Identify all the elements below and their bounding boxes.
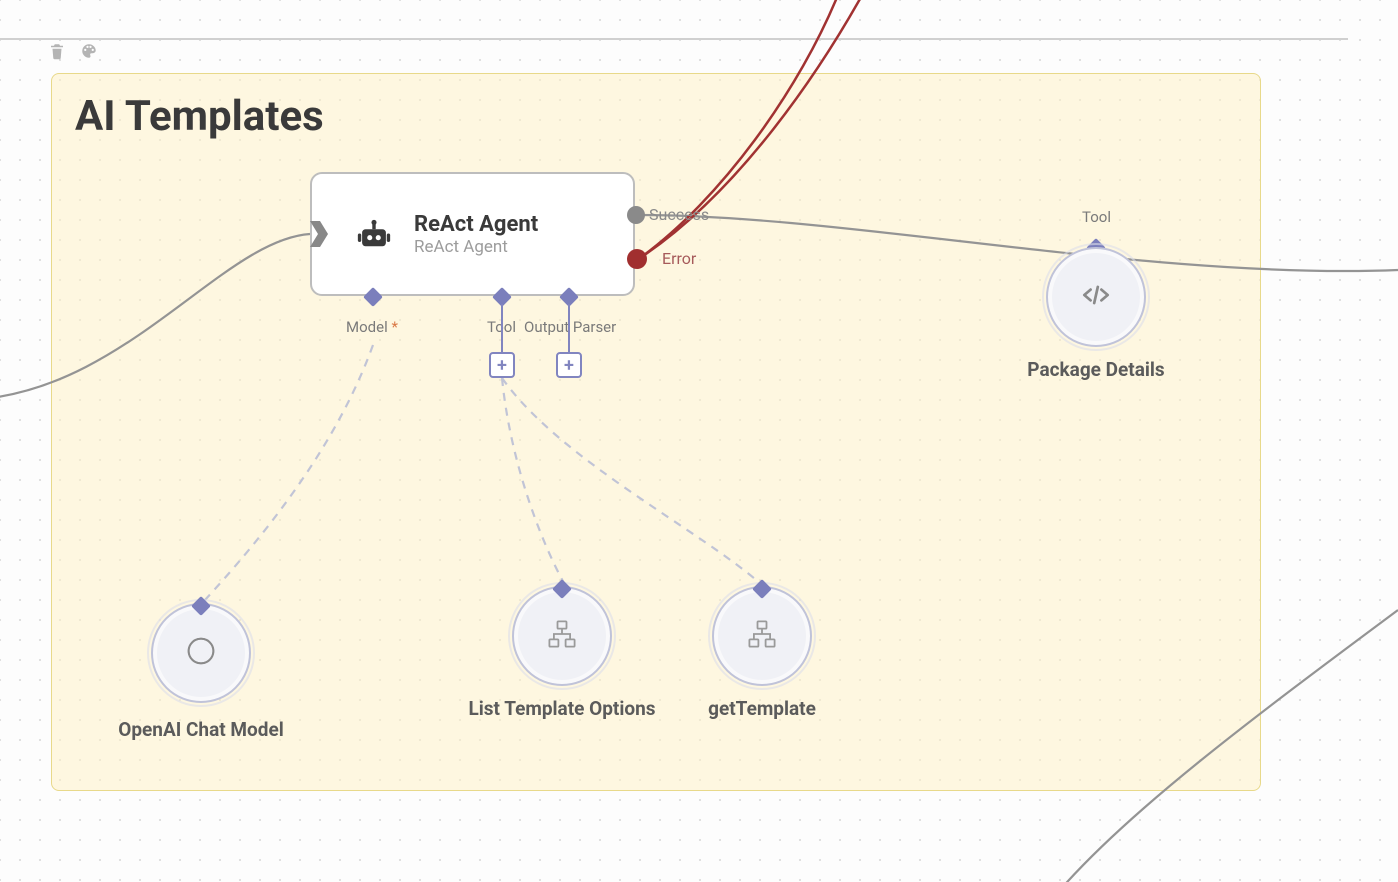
add-output-parser-button[interactable]: + — [556, 352, 582, 378]
node-title: ReAct Agent — [414, 212, 538, 237]
top-divider — [0, 38, 1348, 40]
node-openai-chat-model[interactable] — [151, 603, 251, 703]
add-tool-button[interactable]: + — [489, 352, 515, 378]
node-subtitle: ReAct Agent — [414, 237, 538, 257]
node-list-template-options[interactable] — [512, 586, 612, 686]
output-port-success[interactable] — [627, 206, 645, 224]
output-success-label: Success — [649, 205, 709, 224]
anchor-model-label: Model * — [346, 318, 398, 336]
node-label-package-details: Package Details — [996, 358, 1196, 381]
input-port-icon[interactable] — [310, 221, 328, 247]
anchor-outputparser-stub — [568, 304, 570, 352]
group-title: AI Templates — [75, 92, 324, 141]
anchor-pkg-top-label: Tool — [1082, 208, 1111, 226]
node-label-openai: OpenAI Chat Model — [101, 718, 301, 741]
selection-toolbar — [48, 42, 98, 60]
output-error-label: Error — [662, 249, 696, 268]
node-label-get-template: getTemplate — [662, 697, 862, 720]
node-package-details[interactable] — [1046, 247, 1146, 347]
node-get-template[interactable] — [712, 586, 812, 686]
anchor-tool-stub — [501, 304, 503, 352]
anchor-output-parser-label: Output Parser — [524, 318, 644, 336]
node-react-agent[interactable]: ReAct Agent ReAct Agent — [310, 172, 635, 296]
robot-icon — [357, 219, 391, 253]
node-label-list-template: List Template Options — [462, 697, 662, 720]
output-port-error[interactable] — [627, 249, 647, 269]
trash-icon[interactable] — [48, 42, 66, 60]
palette-icon[interactable] — [80, 42, 98, 60]
